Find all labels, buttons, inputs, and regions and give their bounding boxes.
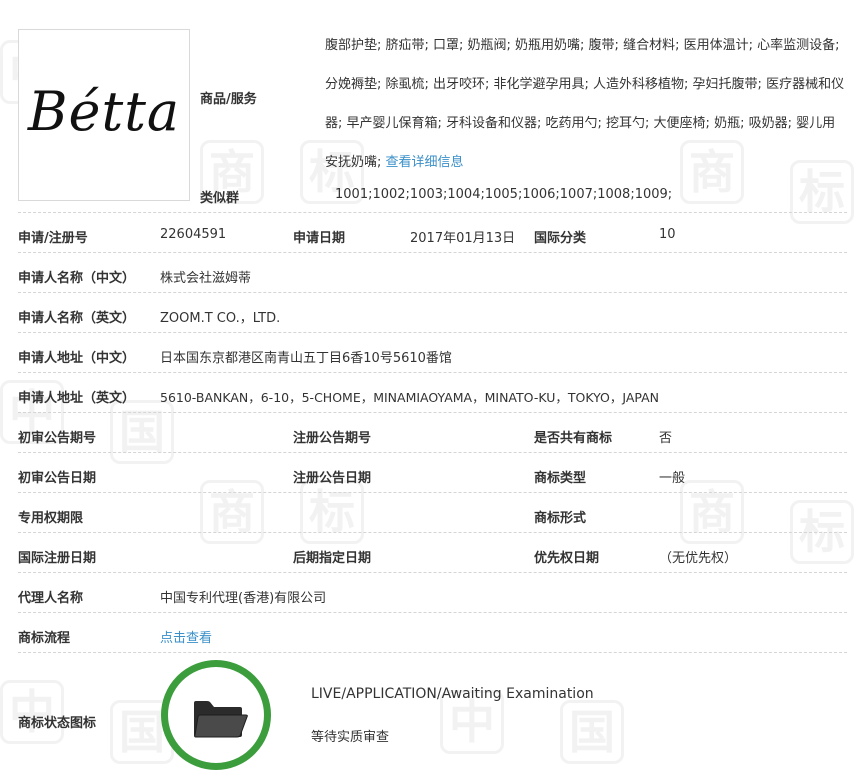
exclusive-term-label: 专用权期限 — [18, 511, 84, 526]
similar-group-value: 1001;1002;1003;1004;1005;1006;1007;1008;… — [335, 187, 673, 202]
priority-date-value: （无优先权） — [659, 551, 738, 566]
status-icon-label: 商标状态图标 — [18, 716, 97, 731]
divider — [18, 612, 847, 613]
prelim-date-label: 初审公告日期 — [18, 471, 97, 486]
divider — [18, 252, 847, 253]
shared-mark-label: 是否共有商标 — [534, 431, 613, 446]
applicant-name-en-value: ZOOM.T CO.，LTD. — [160, 311, 281, 326]
goods-services-label: 商品/服务 — [200, 92, 257, 107]
shared-mark-value: 否 — [659, 431, 673, 446]
intl-class-label: 国际分类 — [534, 231, 587, 246]
divider — [18, 532, 847, 533]
applicant-name-en-label: 申请人名称（英文） — [18, 311, 136, 326]
view-flow-link[interactable]: 点击查看 — [160, 627, 212, 646]
divider — [18, 572, 847, 573]
applicant-name-cn-value: 株式会社滋姆蒂 — [160, 271, 252, 286]
goods-services-list: 腹部护垫; 脐疝带; 口罩; 奶瓶阀; 奶瓶用奶嘴; 腹带; 缝合材料; 医用体… — [325, 38, 845, 170]
watermark: 国 — [560, 700, 624, 764]
applicant-addr-cn-value: 日本国东京都港区南青山五丁目6香10号5610番馆 — [160, 351, 452, 366]
status-ring — [161, 660, 271, 770]
agent-label: 代理人名称 — [18, 591, 84, 606]
divider — [18, 652, 847, 653]
divider — [18, 412, 847, 413]
divider — [18, 292, 847, 293]
divider — [18, 332, 847, 333]
reg-pub-no-label: 注册公告期号 — [293, 431, 372, 446]
watermark: 商 — [200, 480, 264, 544]
applicant-addr-cn-label: 申请人地址（中文） — [18, 351, 136, 366]
trademark-flow-label: 商标流程 — [18, 631, 71, 646]
status-text-en: LIVE/APPLICATION/Awaiting Examination — [311, 686, 594, 702]
watermark: 商 — [680, 480, 744, 544]
reg-no-value: 22604591 — [160, 227, 227, 242]
divider — [18, 372, 847, 373]
app-date-label: 申请日期 — [293, 231, 346, 246]
divider — [18, 452, 847, 453]
applicant-name-cn-label: 申请人名称（中文） — [18, 271, 136, 286]
mark-type-label: 商标类型 — [534, 471, 587, 486]
divider — [18, 492, 847, 493]
mark-form-label: 商标形式 — [534, 511, 587, 526]
prelim-no-label: 初审公告期号 — [18, 431, 97, 446]
trademark-logo-text: Bétta — [27, 80, 181, 143]
status-text-cn: 等待实质审查 — [311, 730, 390, 745]
view-details-link[interactable]: 查看详细信息 — [386, 155, 464, 170]
applicant-addr-en-value: 5610-BANKAN，6-10，5-CHOME，MINAMIAOYAMA，MI… — [160, 390, 660, 405]
watermark: 国 — [110, 400, 174, 464]
intl-class-value: 10 — [659, 227, 676, 242]
priority-date-label: 优先权日期 — [534, 551, 600, 566]
goods-services-text: 腹部护垫; 脐疝带; 口罩; 奶瓶阀; 奶瓶用奶嘴; 腹带; 缝合材料; 医用体… — [325, 26, 847, 182]
watermark: 标 — [300, 480, 364, 544]
app-date-value: 2017年01月13日 — [410, 231, 516, 246]
similar-group-label: 类似群 — [200, 191, 240, 206]
divider — [18, 212, 847, 213]
reg-pub-date-label: 注册公告日期 — [293, 471, 372, 486]
agent-value: 中国专利代理(香港)有限公司 — [160, 591, 327, 606]
later-designation-date-label: 后期指定日期 — [293, 551, 372, 566]
applicant-addr-en-label: 申请人地址（英文） — [18, 391, 136, 406]
trademark-image: Bétta — [18, 29, 190, 201]
mark-type-value: 一般 — [659, 471, 686, 486]
reg-no-label: 申请/注册号 — [18, 231, 88, 246]
intl-reg-date-label: 国际注册日期 — [18, 551, 97, 566]
folder-icon — [194, 701, 248, 738]
